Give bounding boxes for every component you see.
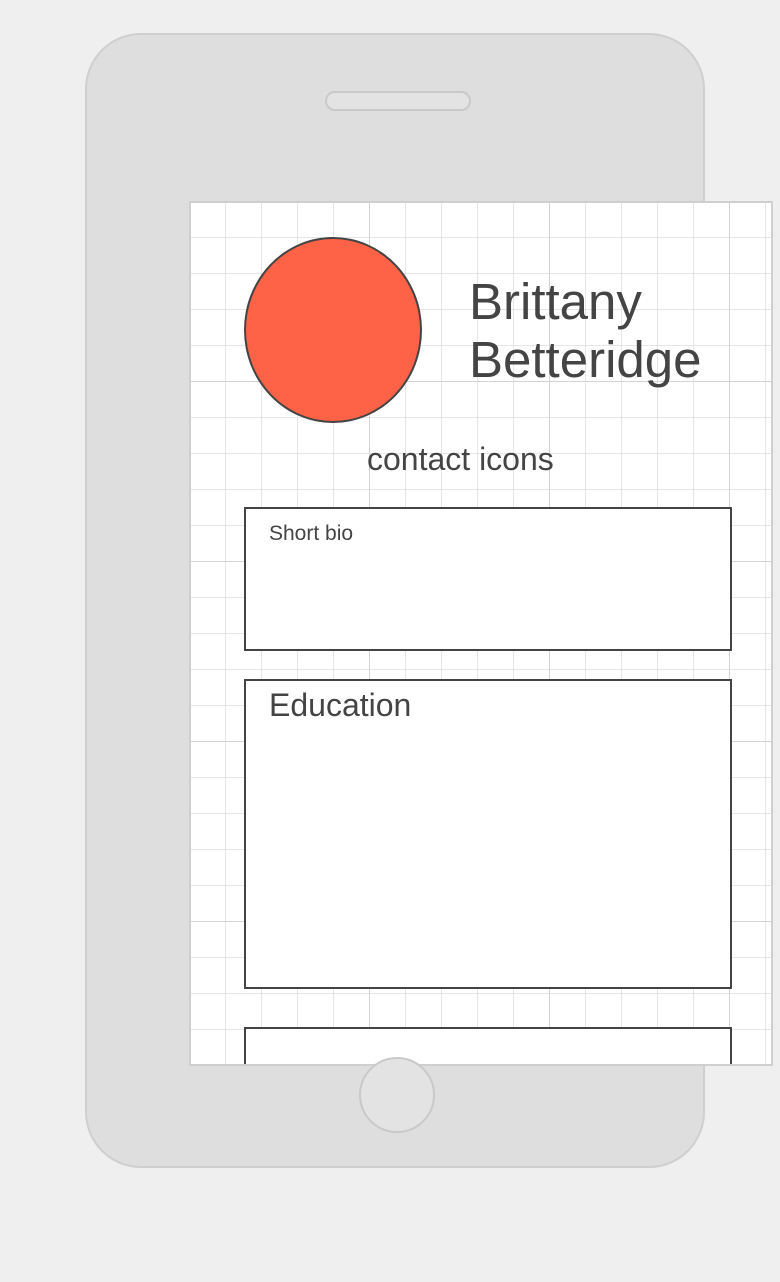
avatar [244,237,422,423]
home-button[interactable] [359,1057,435,1133]
profile-name: Brittany Betteridge [469,273,769,389]
short-bio-box: Short bio [244,507,732,651]
education-label: Education [269,687,412,723]
profile-last-name: Betteridge [469,331,702,388]
phone-frame: Brittany Betteridge contact icons Short … [85,33,773,1168]
profile-first-name: Brittany [469,273,642,330]
phone-speaker [325,91,471,111]
short-bio-label: Short bio [269,522,354,545]
education-box: Education [244,679,732,989]
phone-screen: Brittany Betteridge contact icons Short … [189,201,773,1066]
next-section-box [244,1027,732,1064]
contact-icons-placeholder[interactable]: contact icons [367,439,567,479]
